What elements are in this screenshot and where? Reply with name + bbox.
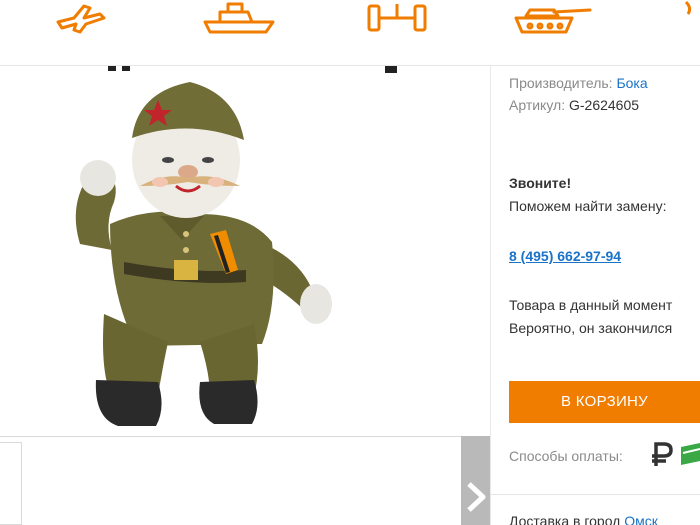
article-row: Артикул: G-2624605: [509, 97, 639, 113]
call-text: Поможем найти замену:: [509, 198, 667, 214]
thumbnail-strip: [0, 436, 490, 525]
payment-label: Способы оплаты:: [509, 448, 623, 464]
title-fragment: [108, 66, 397, 73]
tank-icon[interactable]: [510, 0, 596, 36]
next-thumbnail-button[interactable]: [461, 436, 490, 525]
unavailable-line-1: Товара в данный момент: [509, 297, 673, 313]
delivery-label: Доставка в город: [509, 513, 621, 525]
unavailable-line-2: Вероятно, он закончился: [509, 320, 673, 336]
ruble-icon: [652, 442, 673, 466]
airplane-icon[interactable]: [52, 0, 108, 36]
card-icon: [681, 443, 700, 465]
manufacturer-label: Производитель:: [509, 75, 613, 91]
divider: [491, 494, 700, 495]
call-title: Звоните!: [509, 175, 572, 191]
manufacturer-link[interactable]: Бока: [616, 75, 647, 91]
chevron-right-icon: [467, 482, 486, 512]
article-value: G-2624605: [568, 97, 640, 113]
partial-icon[interactable]: [682, 0, 700, 30]
phone-link[interactable]: 8 (495) 662-97-94: [509, 248, 621, 264]
delivery-row: Доставка в город Омск: [509, 513, 658, 525]
delivery-city-link[interactable]: Омск: [624, 513, 658, 525]
add-to-cart-button[interactable]: В КОРЗИНУ: [509, 381, 700, 423]
manufacturer-row: Производитель: Бока: [509, 75, 648, 91]
article-label: Артикул:: [509, 97, 566, 113]
walker-icon[interactable]: [366, 0, 428, 36]
boat-icon[interactable]: [202, 0, 276, 34]
thumbnail[interactable]: [0, 442, 22, 525]
category-bar: [0, 0, 700, 66]
product-photo[interactable]: [40, 74, 380, 436]
